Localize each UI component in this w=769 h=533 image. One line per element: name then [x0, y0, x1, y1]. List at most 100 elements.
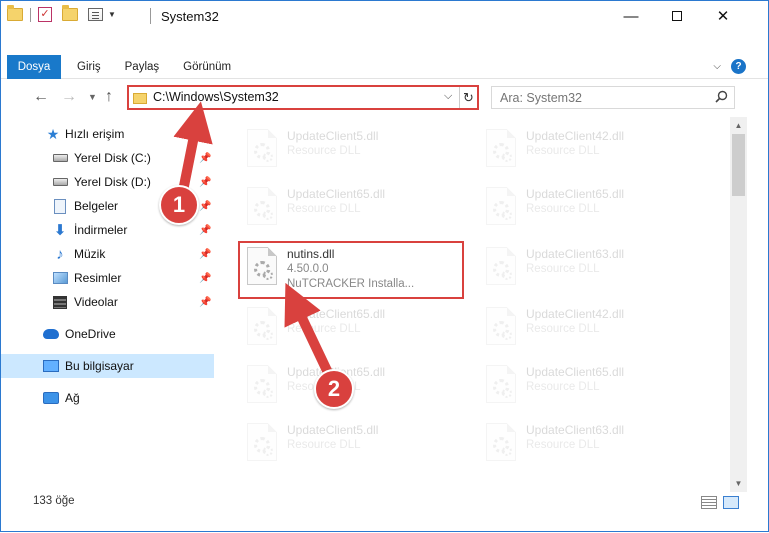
- file-name: UpdateClient5.dll: [287, 129, 379, 143]
- list-item[interactable]: UpdateClient63.dll Resource DLL: [478, 241, 702, 291]
- dll-file-icon: [486, 129, 516, 167]
- up-arrow-icon[interactable]: ↑: [105, 88, 113, 106]
- dll-file-icon: [247, 423, 277, 461]
- divider: [30, 7, 31, 22]
- scroll-down-icon[interactable]: ▼: [730, 475, 747, 492]
- pictures-icon: [52, 270, 68, 286]
- file-description: Resource DLL: [526, 145, 600, 157]
- pin-icon[interactable]: 📌: [199, 297, 211, 308]
- file-description: Resource DLL: [526, 381, 600, 393]
- new-folder-icon[interactable]: [62, 5, 78, 21]
- sidebar-item-local-disk-c[interactable]: Yerel Disk (C:) 📌: [1, 146, 214, 170]
- dll-file-icon: [247, 307, 277, 345]
- sidebar-item-network[interactable]: Ağ: [1, 386, 214, 410]
- minimize-button[interactable]: —: [608, 1, 654, 31]
- file-name: UpdateClient5.dll: [287, 423, 379, 437]
- search-input[interactable]: [500, 89, 700, 106]
- list-item[interactable]: UpdateClient5.dll Resource DLL: [239, 123, 463, 173]
- list-item[interactable]: UpdateClient42.dll Resource DLL: [478, 123, 702, 173]
- address-bar[interactable]: C:\Windows\System32 ⌵ ↻: [127, 85, 479, 110]
- search-box[interactable]: [491, 86, 735, 109]
- sidebar-item-this-pc[interactable]: Bu bilgisayar: [1, 354, 214, 378]
- dll-file-icon: [247, 365, 277, 403]
- step-2-badge: 2: [314, 369, 354, 409]
- pin-icon[interactable]: 📌: [199, 273, 211, 284]
- file-description: Resource DLL: [287, 323, 361, 335]
- tab-file[interactable]: Dosya: [7, 55, 61, 79]
- sidebar-item-label: Ağ: [65, 391, 80, 405]
- dll-file-icon: [486, 423, 516, 461]
- address-path[interactable]: C:\Windows\System32: [153, 90, 279, 104]
- list-item[interactable]: UpdateClient5.dll Resource DLL: [239, 417, 463, 467]
- file-description: Resource DLL: [526, 203, 600, 215]
- sidebar-item-videos[interactable]: Videolar 📌: [1, 290, 214, 314]
- computer-icon: [43, 358, 59, 374]
- sidebar-item-onedrive[interactable]: OneDrive: [1, 322, 214, 346]
- list-item[interactable]: UpdateClient65.dll Resource DLL: [239, 301, 463, 351]
- music-icon: ♪: [56, 245, 64, 263]
- file-name: UpdateClient63.dll: [526, 423, 625, 437]
- list-item[interactable]: UpdateClient65.dll Resource DLL: [478, 359, 702, 409]
- expand-ribbon-icon[interactable]: ⌵: [713, 61, 721, 72]
- file-description: Resource DLL: [526, 439, 600, 451]
- customize-toolbar-icon[interactable]: [88, 8, 103, 21]
- item-count: 133 öğe: [33, 495, 75, 507]
- pin-icon[interactable]: 📌: [199, 225, 211, 236]
- toolbar-dropdown-icon[interactable]: ▼: [108, 10, 116, 19]
- scroll-thumb[interactable]: [732, 134, 745, 196]
- disk-icon: [52, 174, 68, 190]
- star-icon: ★: [46, 125, 60, 142]
- file-list: UpdateClient5.dll Resource DLL UpdateCli…: [215, 117, 730, 492]
- sidebar-item-label: Videolar: [74, 295, 118, 309]
- sidebar-item-label: Yerel Disk (D:): [74, 175, 151, 189]
- tab-home[interactable]: Giriş: [65, 55, 113, 79]
- pin-icon[interactable]: 📌: [199, 153, 211, 164]
- network-icon: [43, 390, 59, 406]
- vertical-scrollbar[interactable]: ▲ ▼: [730, 117, 747, 492]
- forward-arrow-icon[interactable]: →: [61, 88, 77, 106]
- file-name: UpdateClient42.dll: [526, 307, 625, 321]
- sidebar-item-music[interactable]: ♪ Müzik 📌: [1, 242, 214, 266]
- scroll-up-icon[interactable]: ▲: [730, 117, 747, 134]
- dll-file-icon: [247, 129, 277, 167]
- back-arrow-icon[interactable]: ←: [33, 88, 49, 106]
- sidebar-item-quick-access[interactable]: ★ Hızlı erişim: [1, 122, 214, 146]
- sidebar-item-label: İndirmeler: [74, 223, 128, 237]
- ribbon-tabs: Dosya Giriş Paylaş Görünüm: [1, 55, 243, 79]
- address-dropdown-icon[interactable]: ⌵: [444, 90, 452, 103]
- tiles-view-icon[interactable]: [723, 496, 739, 509]
- pin-icon[interactable]: 📌: [199, 201, 211, 212]
- refresh-icon[interactable]: ↻: [459, 87, 477, 108]
- list-item[interactable]: UpdateClient65.dll Resource DLL: [478, 181, 702, 231]
- pin-icon[interactable]: 📌: [199, 177, 211, 188]
- file-description: Resource DLL: [287, 203, 361, 215]
- search-icon[interactable]: [715, 90, 728, 103]
- tab-view[interactable]: Görünüm: [171, 55, 243, 79]
- tab-share[interactable]: Paylaş: [113, 55, 172, 79]
- close-button[interactable]: ✕: [700, 1, 746, 31]
- highlight-box: [238, 241, 464, 299]
- file-name: UpdateClient65.dll: [287, 187, 386, 201]
- window-title: System32: [161, 9, 219, 24]
- sidebar-item-label: Yerel Disk (C:): [74, 151, 151, 165]
- help-icon[interactable]: ?: [731, 59, 746, 74]
- pin-icon[interactable]: 📌: [199, 249, 211, 260]
- list-item[interactable]: UpdateClient42.dll Resource DLL: [478, 301, 702, 351]
- file-description: Resource DLL: [526, 323, 600, 335]
- properties-check-icon[interactable]: ✓: [38, 7, 52, 22]
- maximize-button[interactable]: [654, 1, 700, 31]
- list-item[interactable]: UpdateClient65.dll Resource DLL: [239, 181, 463, 231]
- recent-locations-dropdown-icon[interactable]: ▼: [88, 92, 97, 102]
- dll-file-icon: [247, 187, 277, 225]
- navigation-pane: ★ Hızlı erişim Yerel Disk (C:) 📌 Yerel D…: [1, 117, 214, 492]
- ribbon-controls: ⌵ ?: [713, 59, 746, 74]
- list-item[interactable]: UpdateClient63.dll Resource DLL: [478, 417, 702, 467]
- file-name: UpdateClient63.dll: [526, 247, 625, 261]
- file-name: UpdateClient42.dll: [526, 129, 625, 143]
- file-name: UpdateClient65.dll: [526, 187, 625, 201]
- dll-file-icon: [486, 365, 516, 403]
- details-view-icon[interactable]: [701, 496, 717, 509]
- file-description: Resource DLL: [526, 263, 600, 275]
- sidebar-item-pictures[interactable]: Resimler 📌: [1, 266, 214, 290]
- dll-file-icon: [486, 247, 516, 285]
